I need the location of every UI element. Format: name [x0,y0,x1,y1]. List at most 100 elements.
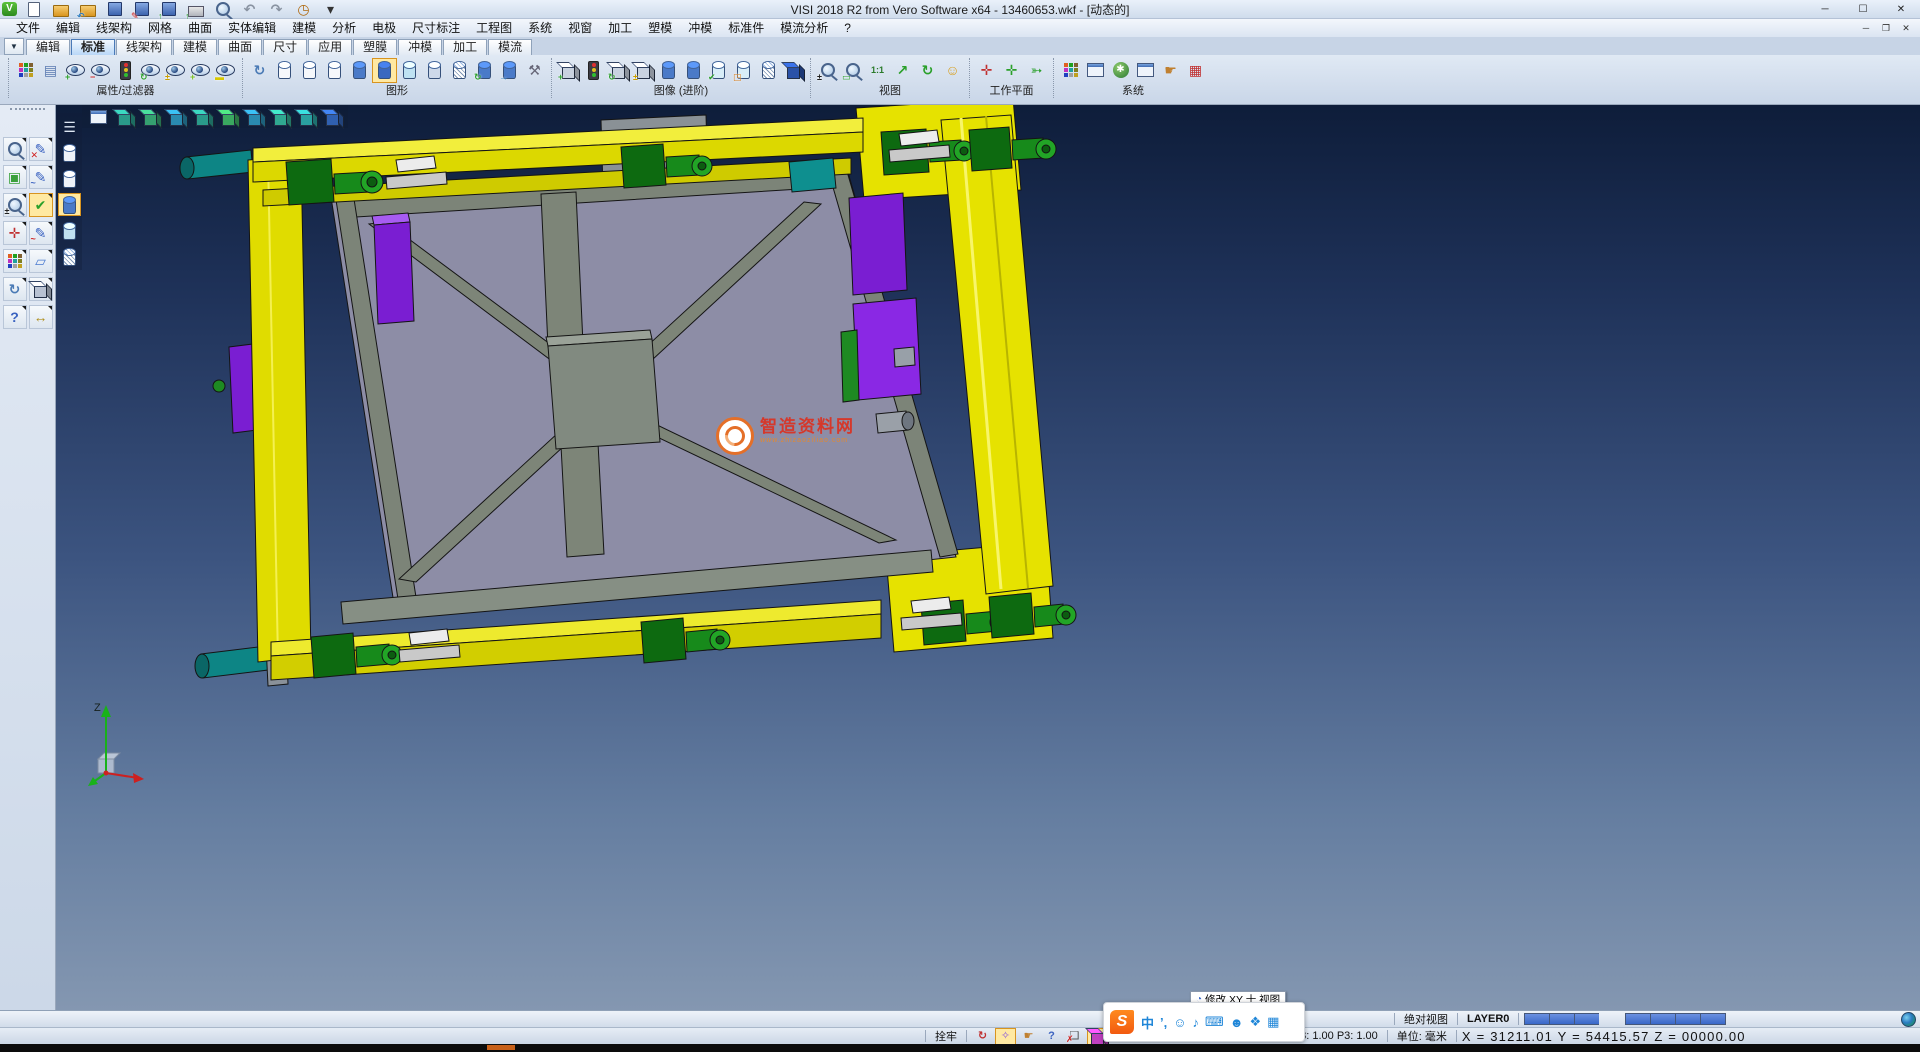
selection-frame-icon[interactable]: ▣ [3,165,27,189]
menu-item[interactable]: 电极 [364,19,404,37]
context-help-icon[interactable]: ? [1041,1028,1062,1045]
translucent-mode-icon[interactable] [397,58,422,83]
view-face-icon[interactable]: ☺ [940,58,965,83]
ribbon-tab[interactable]: 尺寸 [263,39,307,55]
render-attributes-icon[interactable] [3,249,27,273]
ime-toolbox-icon[interactable]: ▦ [1267,1014,1279,1030]
menu-item[interactable]: 网格 [140,19,180,37]
layer-color-swatch[interactable] [1700,1013,1726,1025]
hide-entities-icon[interactable]: − [88,58,113,83]
vp-shaded-icon[interactable] [58,193,81,216]
refresh-lock-icon[interactable]: ↻ [972,1028,993,1045]
menu-item[interactable]: 曲面 [180,19,220,37]
view-bottom-icon[interactable] [269,106,291,128]
vp-translucent-icon[interactable] [58,245,81,268]
delete-entity-icon[interactable]: ❑✗ [1064,1028,1085,1045]
sogou-logo-icon[interactable]: S [1110,1010,1134,1034]
ribbon-tab[interactable]: 应用 [308,39,352,55]
ribbon-tab[interactable]: 曲面 [218,39,262,55]
flat-mode-icon[interactable] [422,58,447,83]
hatched-mode-icon[interactable] [447,58,472,83]
split-view-icon[interactable] [87,106,109,128]
hatched-view-icon[interactable] [756,58,781,83]
ribbon-tab[interactable]: 模流 [488,39,532,55]
show-entities-icon[interactable]: + [63,58,88,83]
menu-item[interactable]: 视窗 [560,19,600,37]
ime-keyboard-icon[interactable]: ⌨ [1205,1014,1224,1030]
menu-item[interactable]: ? [836,19,859,37]
layer-color-swatch[interactable] [1650,1013,1675,1025]
menu-item[interactable]: 模流分析 [772,19,836,37]
shaded-mode-icon[interactable] [347,58,372,83]
ribbon-tab[interactable]: 标准 [71,39,115,55]
ime-mic-icon[interactable]: ♪ [1193,1015,1200,1030]
maximize-button[interactable]: ☐ [1844,1,1882,18]
spline-draw-icon[interactable]: ✎~ [29,165,53,189]
magic-select-icon[interactable]: ✧ [995,1028,1016,1045]
menu-item[interactable]: 系统 [520,19,560,37]
lock-toggle[interactable]: 拴牢 [931,1028,961,1044]
menu-item[interactable]: 尺寸标注 [404,19,468,37]
menu-item[interactable]: 冲模 [680,19,720,37]
view-left-icon[interactable] [217,106,239,128]
zoom-extents-icon[interactable]: ± [3,193,27,217]
rotate-view-icon[interactable]: ↻ [915,58,940,83]
pick-hand-icon[interactable]: ☛ [1018,1028,1039,1045]
menu-item[interactable]: 建模 [284,19,324,37]
copy-graphics-icon[interactable]: → [497,58,522,83]
dashed-hidden-mode-icon[interactable] [322,58,347,83]
ribbon-tab[interactable]: 编辑 [26,39,70,55]
layer-color-swatch[interactable] [1574,1013,1599,1025]
view-top-icon[interactable] [139,106,161,128]
tab-overflow-button[interactable]: ▼ [4,38,24,55]
layer-color-swatch[interactable] [1549,1013,1574,1025]
view-front-icon[interactable] [165,106,187,128]
ribbon-tab[interactable]: 加工 [443,39,487,55]
menu-item[interactable]: 文件 [8,19,48,37]
menu-item[interactable]: 加工 [600,19,640,37]
ime-emoji-icon[interactable]: ☺ [1173,1015,1186,1030]
color-table-icon[interactable] [1058,58,1083,83]
help-icon[interactable]: ? [3,305,27,329]
solid-cube-icon[interactable] [29,277,53,301]
ribbon-tab[interactable]: 塑膜 [353,39,397,55]
ime-person-icon[interactable]: ☻ [1230,1015,1244,1030]
active-layer-button[interactable]: LAYER0 [1463,1013,1513,1025]
pan-view-icon[interactable]: ↗ [890,58,915,83]
zoom-filter-icon[interactable] [3,137,27,161]
adv-show-icon[interactable]: + [556,58,581,83]
workplane-create-icon[interactable]: ✛ [974,58,999,83]
system-settings-icon[interactable]: ✱ [1108,58,1133,83]
striped-view-icon[interactable] [681,58,706,83]
solid-shaded-icon[interactable] [781,58,806,83]
view-iso-icon[interactable] [113,106,135,128]
attribute-image-icon[interactable]: ▤ [38,58,63,83]
section-view-icon[interactable] [656,58,681,83]
view-dimetric-icon[interactable] [295,106,317,128]
menu-item[interactable]: 分析 [324,19,364,37]
zoom-in-out-icon[interactable]: ± [815,58,840,83]
view-pane-icon[interactable]: ▱ [29,249,53,273]
erase-sketch-icon[interactable]: ✎✕ [29,137,53,161]
redraw-icon[interactable]: ↻ [247,58,272,83]
close-button[interactable]: ✕ [1882,1,1920,18]
workplane-modify-icon[interactable]: ✛ [999,58,1024,83]
toggle-visibility-icon[interactable]: ± [163,58,188,83]
zoom-window-icon[interactable]: ▭ [840,58,865,83]
view-right-icon[interactable] [191,106,213,128]
confirm-check-icon[interactable]: ✔ [29,193,53,217]
view-custom-icon[interactable] [321,106,343,128]
graphics-options-icon[interactable]: ⚒ [522,58,547,83]
menu-item[interactable]: 编辑 [48,19,88,37]
sidebar-drag-handle[interactable] [10,108,45,115]
minimize-button[interactable]: ─ [1806,1,1844,18]
hide-all-icon[interactable]: ▬ [213,58,238,83]
menu-item[interactable]: 工程图 [468,19,520,37]
mdi-minimize-button[interactable]: ─ [1856,23,1876,34]
show-all-icon[interactable]: + [188,58,213,83]
adv-toggle-icon[interactable]: ± [631,58,656,83]
mdi-close-button[interactable]: ✕ [1896,23,1916,34]
layer-color-swatch[interactable] [1625,1013,1650,1025]
ribbon-tab[interactable]: 线架构 [116,39,172,55]
ucs-axes-icon[interactable]: ✛ [3,221,27,245]
